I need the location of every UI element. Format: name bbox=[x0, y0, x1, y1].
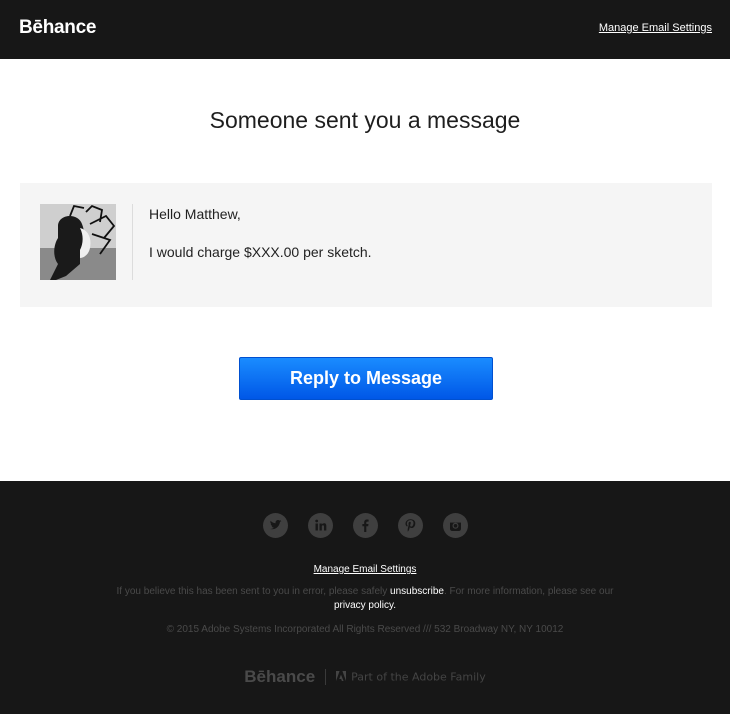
unsubscribe-link[interactable]: unsubscribe bbox=[390, 586, 444, 597]
behance-logo[interactable]: Bēhance bbox=[19, 17, 96, 39]
social-icons-row bbox=[0, 513, 730, 538]
footer-manage-email-settings-link[interactable]: Manage Email Settings bbox=[0, 564, 730, 575]
footer-brand-row: Bēhance Part of the Adobe Family bbox=[0, 667, 730, 687]
footer-behance-logo[interactable]: Bēhance bbox=[244, 667, 315, 686]
disclaimer-text: If you believe this has been sent to you… bbox=[116, 586, 391, 597]
facebook-icon[interactable] bbox=[352, 513, 378, 538]
message-greeting: Hello Matthew, bbox=[149, 206, 241, 222]
email-body: Someone sent you a message Hello Matthew… bbox=[0, 59, 730, 481]
footer-disclaimer: If you believe this has been sent to you… bbox=[100, 585, 630, 613]
adobe-family-tagline: Part of the Adobe Family bbox=[351, 670, 486, 684]
message-divider bbox=[132, 204, 133, 280]
disclaimer-period: . bbox=[393, 600, 397, 611]
brand-separator bbox=[325, 669, 327, 685]
email-footer: Manage Email Settings If you believe thi… bbox=[0, 481, 730, 714]
manage-email-settings-link[interactable]: Manage Email Settings bbox=[599, 22, 712, 34]
sender-avatar[interactable] bbox=[40, 204, 116, 280]
instagram-icon[interactable] bbox=[442, 513, 468, 538]
email-header: Bēhance Manage Email Settings bbox=[0, 0, 730, 59]
message-card: Hello Matthew, I would charge $XXX.00 pe… bbox=[20, 183, 712, 307]
copyright-text: © 2015 Adobe Systems Incorporated All Ri… bbox=[166, 624, 564, 635]
privacy-policy-link[interactable]: privacy policy bbox=[334, 600, 393, 611]
twitter-icon[interactable] bbox=[262, 513, 288, 538]
adobe-icon bbox=[336, 668, 347, 686]
reply-to-message-button[interactable]: Reply to Message bbox=[239, 357, 493, 400]
message-text: I would charge $XXX.00 per sketch. bbox=[149, 244, 372, 260]
disclaimer-text-2: . For more information, please see our bbox=[443, 586, 614, 597]
linkedin-icon[interactable] bbox=[307, 513, 333, 538]
message-title: Someone sent you a message bbox=[209, 107, 521, 133]
pinterest-icon[interactable] bbox=[397, 513, 423, 538]
